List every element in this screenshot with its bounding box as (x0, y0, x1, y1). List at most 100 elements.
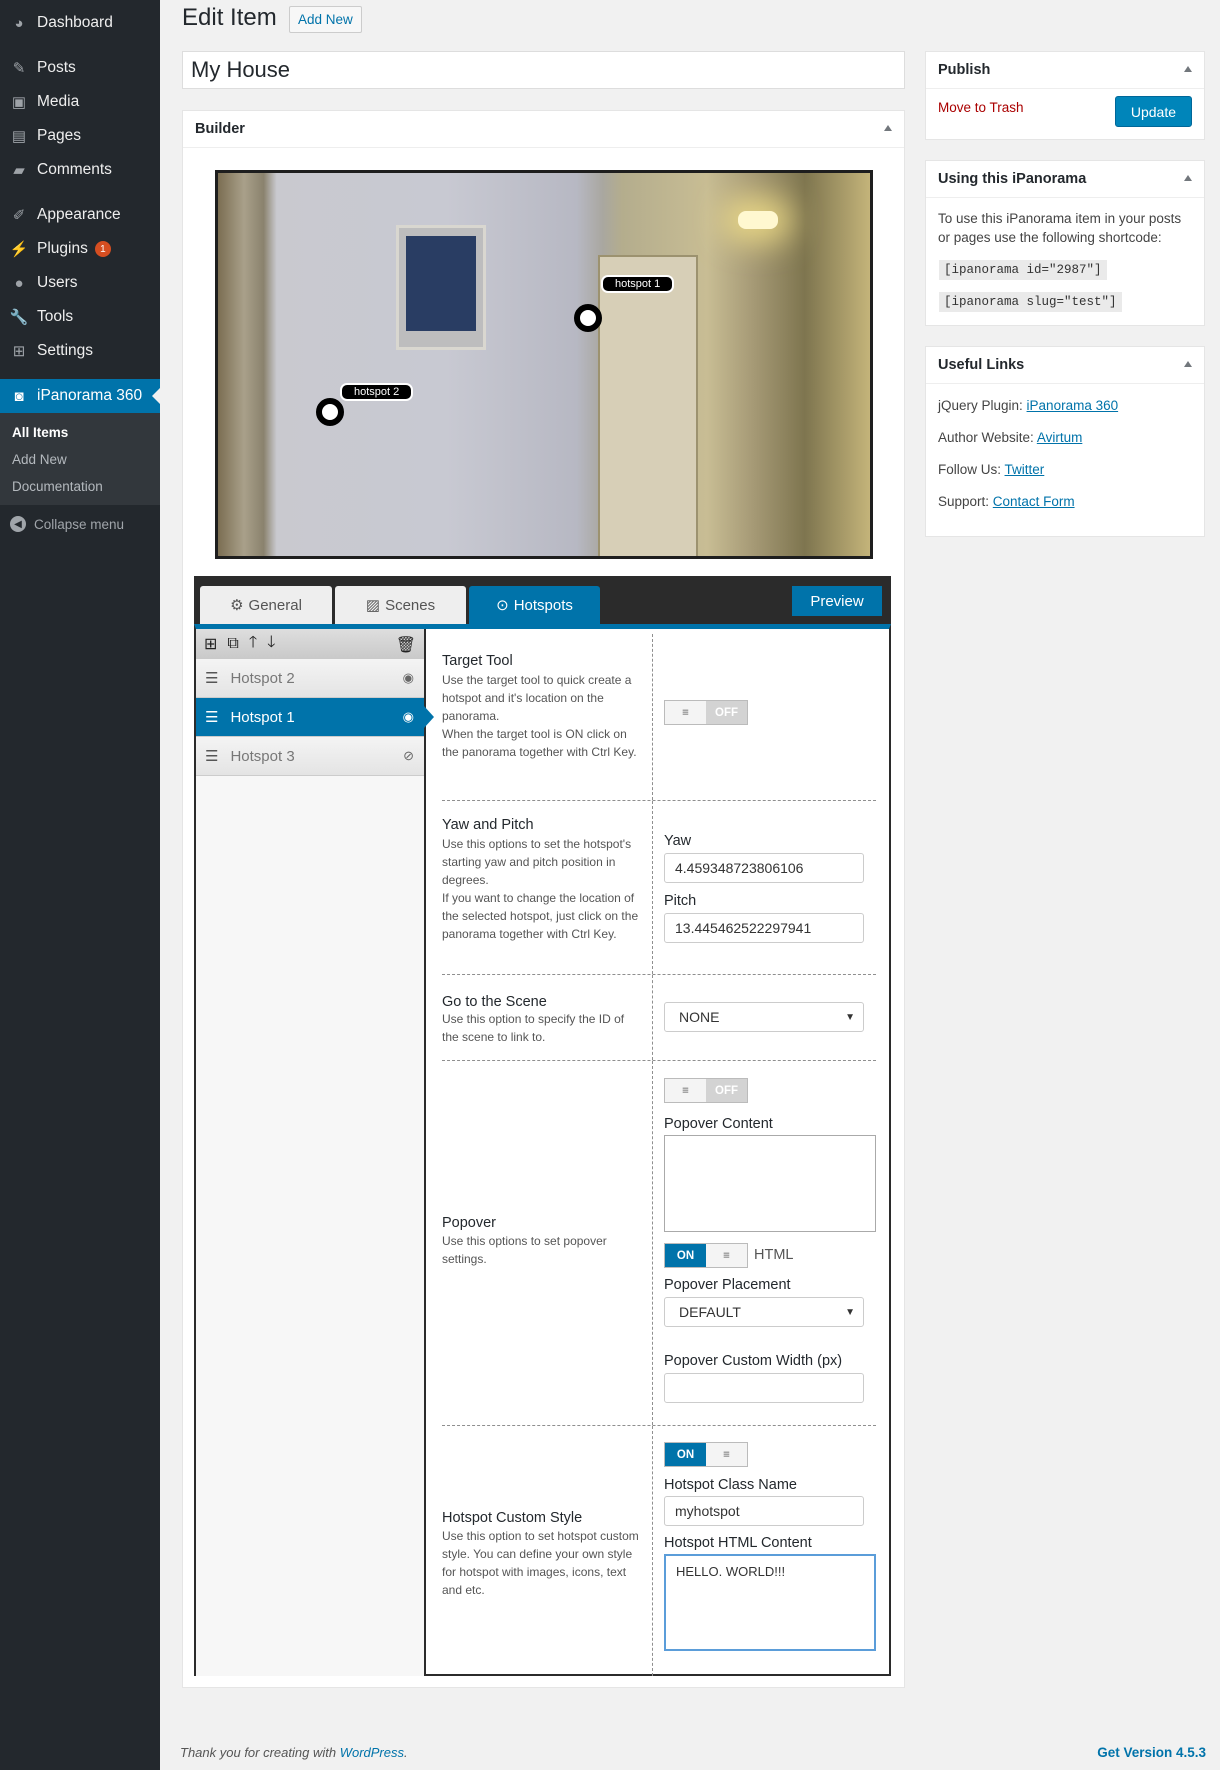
panorama-viewer[interactable]: hotspot 1 hotspot 2 (215, 170, 873, 559)
shortcode-id: [ipanorama id="2987"] (939, 260, 1107, 280)
twitter-link[interactable]: Twitter (1005, 462, 1045, 477)
collapse-menu-button[interactable]: ◀ Collapse menu (10, 516, 124, 532)
popover-switch[interactable]: ≡ OFF (664, 1078, 748, 1103)
hotspot-2-marker[interactable] (316, 398, 344, 426)
menu-posts[interactable]: ✎ Posts (0, 51, 160, 85)
eye-hidden-icon[interactable]: ⊘ (403, 748, 414, 764)
popover-content-textarea[interactable] (664, 1135, 876, 1232)
html-content-textarea[interactable]: HELLO. WORLD!!! (664, 1554, 876, 1651)
page-icon: ▤ (11, 128, 27, 145)
class-name-input[interactable]: myhotspot (664, 1496, 864, 1526)
update-button[interactable]: Update (1114, 96, 1192, 127)
custom-style-switch[interactable]: ON ≡ (664, 1442, 748, 1467)
using-header[interactable]: Using this iPanorama (926, 161, 1204, 198)
publish-header[interactable]: Publish (926, 52, 1204, 89)
hotspot-2-label: hotspot 2 (340, 383, 414, 401)
copy-icon[interactable]: ⧉ (227, 635, 238, 653)
eye-icon[interactable]: ◉ (403, 709, 414, 725)
plugin-link[interactable]: iPanorama 360 (1027, 398, 1119, 413)
using-box: Using this iPanorama To use this iPanora… (925, 160, 1205, 326)
pin-icon: ✎ (12, 60, 26, 77)
pano-window-glass (406, 236, 476, 331)
drag-handle-icon[interactable]: ☰ (205, 747, 218, 765)
pitch-input[interactable]: 13.445462522297941 (664, 913, 864, 943)
custom-style-title: Hotspot Custom Style (442, 1510, 583, 1526)
author-link[interactable]: Avirtum (1037, 430, 1083, 445)
arrow-up-icon[interactable]: 🡑 (249, 631, 257, 658)
menu-dashboard[interactable]: ◕ Dashboard (0, 6, 160, 40)
submenu-documentation[interactable]: Documentation (12, 479, 103, 494)
dashboard-icon: ◕ (14, 14, 24, 32)
submenu-all-items[interactable]: All Items (12, 425, 68, 440)
dropdown-arrow-icon: ▼ (845, 1011, 855, 1023)
preview-button[interactable]: Preview (792, 586, 882, 616)
arrow-down-icon[interactable]: 🡓 (267, 631, 275, 658)
submenu-add-new[interactable]: Add New (12, 452, 67, 467)
drag-handle-icon[interactable]: ☰ (205, 669, 218, 687)
toggle-arrow-icon[interactable] (884, 125, 892, 131)
menu-appearance[interactable]: ✐ Appearance (0, 198, 160, 232)
item-title-input[interactable]: My House (182, 51, 905, 89)
hotspot-list-item[interactable]: ☰ Hotspot 3 ⊘ (196, 737, 424, 776)
custom-style-row: Hotspot Custom Style Use this option to … (442, 1426, 876, 1676)
yaw-pitch-row: Yaw and Pitch Use this options to set th… (442, 801, 876, 975)
publish-box: Publish Move to Trash Update (925, 51, 1205, 140)
comment-icon: ▰ (13, 162, 25, 179)
hotspot-list-item-selected[interactable]: ☰ Hotspot 1 ◉ (196, 698, 434, 737)
page-title: Edit Item (182, 4, 277, 31)
popover-placement-select[interactable]: DEFAULT ▼ (664, 1297, 864, 1327)
get-version-link[interactable]: Get Version 4.5.3 (1097, 1745, 1206, 1760)
goto-scene-select[interactable]: NONE ▼ (664, 1002, 864, 1032)
settings-icon: ⊞ (12, 343, 26, 360)
menu-media[interactable]: ▣ Media (0, 85, 160, 119)
menu-users[interactable]: ● Users (0, 266, 160, 300)
drag-handle-icon[interactable]: ☰ (205, 708, 218, 726)
update-badge: 1 (94, 241, 111, 257)
target-tool-switch[interactable]: ≡ OFF (664, 700, 748, 725)
add-new-button[interactable]: Add New (289, 6, 362, 33)
link-row-author: Author Website: Avirtum (938, 430, 1083, 445)
hotspot-1-marker[interactable] (574, 304, 602, 332)
trash-icon[interactable]: 🗑 (396, 635, 416, 655)
hotspot-list: ⊞ ⧉ 🡑 🡓 🗑 ☰ Hotspot 2 ◉ ☰ Hotspot 1 ◉ ☰ Hotsp… (196, 629, 434, 1676)
menu-comments[interactable]: ▰ Comments (0, 153, 160, 187)
useful-links-header[interactable]: Useful Links (926, 347, 1204, 384)
contact-link[interactable]: Contact Form (993, 494, 1075, 509)
dropdown-arrow-icon: ▼ (845, 1306, 855, 1318)
move-to-trash-link[interactable]: Move to Trash (938, 100, 1024, 115)
yaw-input[interactable]: 4.459348723806106 (664, 853, 864, 883)
menu-tools[interactable]: 🔧 Tools (0, 300, 160, 334)
custom-style-desc: Use this option to set hotspot custom st… (442, 1529, 639, 1597)
tab-hotspots[interactable]: ⊙ Hotspots (469, 586, 600, 624)
link-row-follow: Follow Us: Twitter (938, 462, 1045, 477)
add-icon[interactable]: ⊞ (204, 634, 217, 654)
tab-general[interactable]: ⚙ General (200, 586, 332, 624)
builder-header[interactable]: Builder (183, 111, 904, 148)
tab-scenes[interactable]: ▨ Scenes (335, 586, 466, 624)
menu-settings[interactable]: ⊞ Settings (0, 334, 160, 368)
popover-width-input[interactable] (664, 1373, 864, 1403)
target-icon: ⊙ (496, 597, 509, 614)
popover-desc: Use this options to set popover settings… (442, 1234, 607, 1266)
toggle-arrow-icon[interactable] (1184, 175, 1192, 181)
toggle-arrow-icon[interactable] (1184, 66, 1192, 72)
media-icon: ▣ (11, 94, 27, 111)
switch-handle-icon: ≡ (665, 1079, 706, 1102)
eye-icon[interactable]: ◉ (403, 670, 414, 686)
menu-plugins[interactable]: ⚡ Plugins 1 (0, 232, 160, 266)
wordpress-link[interactable]: WordPress (340, 1745, 404, 1760)
toggle-arrow-icon[interactable] (1184, 361, 1192, 367)
gear-icon: ⚙ (230, 597, 244, 614)
row-separator (652, 801, 653, 974)
row-separator (652, 634, 653, 800)
wrench-icon: 🔧 (9, 309, 29, 326)
user-icon: ● (14, 274, 24, 292)
popover-width-label: Popover Custom Width (px) (664, 1353, 843, 1369)
html-content-label: Hotspot HTML Content (664, 1535, 812, 1551)
yaw-label: Yaw (664, 833, 692, 849)
hotspot-list-item[interactable]: ☰ Hotspot 2 ◉ (196, 659, 424, 698)
plug-icon: ⚡ (9, 241, 29, 258)
menu-ipanorama[interactable]: ◙ iPanorama 360 (0, 379, 160, 413)
popover-html-switch[interactable]: ON ≡ (664, 1243, 748, 1268)
menu-pages[interactable]: ▤ Pages (0, 119, 160, 153)
